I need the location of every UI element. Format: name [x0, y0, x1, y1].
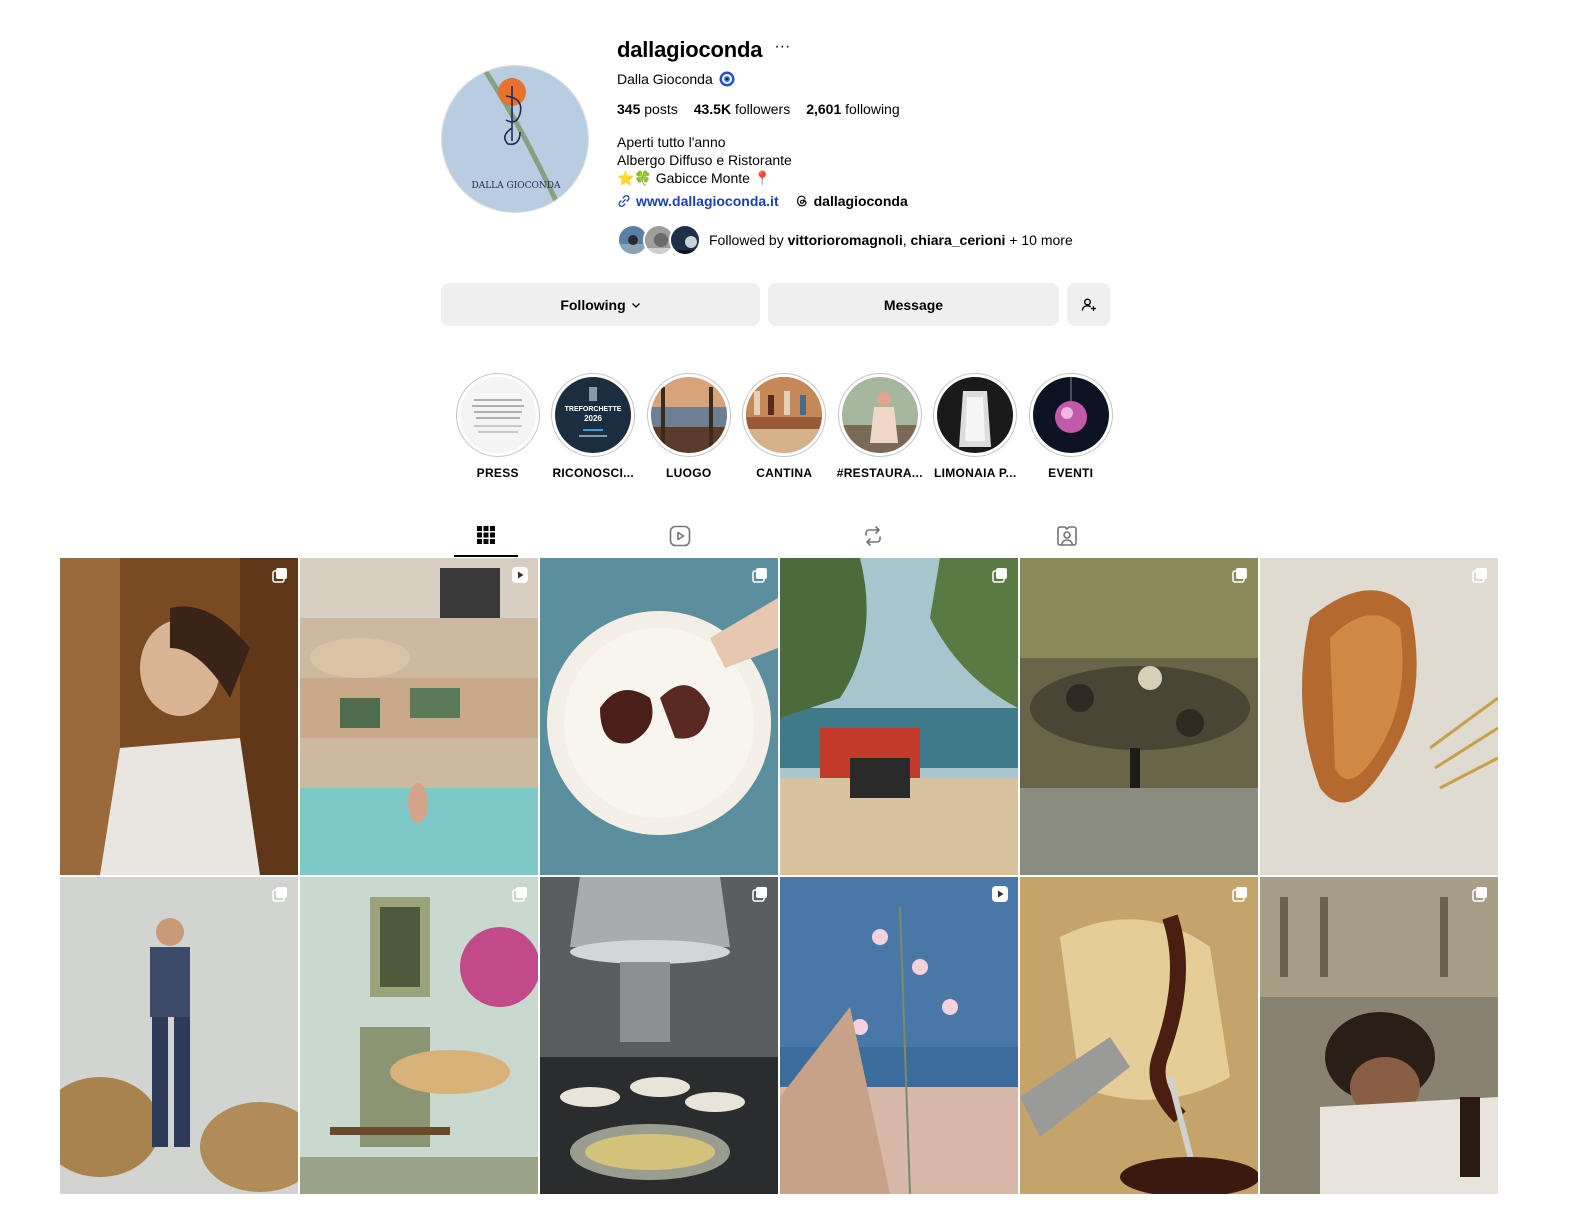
bio-line: Aperti tutto l'anno: [617, 134, 726, 150]
reposts-icon: [865, 526, 881, 546]
highlight-cantina[interactable]: CANTINA: [737, 373, 833, 480]
threads-icon: [796, 195, 807, 207]
reel-icon: [992, 886, 1008, 902]
highlight-badge-text: TREFORCHETTE: [565, 406, 622, 413]
carousel-icon: [1472, 887, 1487, 902]
tab-reposts[interactable]: [841, 515, 905, 557]
highlight-badge-year: 2026: [584, 414, 602, 423]
highlight-label: EVENTI: [1048, 466, 1094, 480]
post-tile[interactable]: [1260, 877, 1498, 1194]
website-link[interactable]: www.dallagioconda.it: [636, 193, 779, 209]
tab-reels[interactable]: [648, 515, 712, 557]
message-button[interactable]: Message: [768, 283, 1059, 326]
followed-by-text: Followed by vittorioromagnoli, chiara_ce…: [709, 232, 1073, 248]
reel-icon: [512, 567, 528, 583]
post-tile[interactable]: [1020, 877, 1258, 1194]
story-highlights: PRESS TREFORCHETTE 2026 RICONOSCI... LUO…: [450, 373, 1119, 480]
post-tile[interactable]: [300, 558, 538, 875]
message-button-label: Message: [883, 296, 944, 313]
post-tile[interactable]: [540, 558, 778, 875]
carousel-icon: [752, 887, 767, 902]
suggested-users-button[interactable]: [1067, 283, 1110, 326]
avatar-logo-text: DALLA GIOCONDA: [471, 181, 561, 191]
carousel-icon: [1232, 568, 1247, 583]
post-tile[interactable]: [60, 558, 298, 875]
tagged-icon: [1057, 526, 1077, 546]
chevron-down-icon: [631, 302, 640, 308]
profile-stats: 345 posts 43.5K followers 2,601 followin…: [617, 97, 1217, 121]
post-tile[interactable]: [780, 877, 1018, 1194]
highlight-label: CANTINA: [756, 466, 813, 480]
followed-by[interactable]: Followed by vittorioromagnoli, chiara_ce…: [617, 223, 1217, 257]
highlight-limonaia[interactable]: LIMONAIA P...: [928, 373, 1024, 480]
highlight-eventi[interactable]: EVENTI: [1023, 373, 1119, 480]
carousel-icon: [512, 887, 527, 902]
tab-tagged[interactable]: [1035, 515, 1099, 557]
following-link[interactable]: 2,601 following: [806, 101, 899, 117]
bio-line: Albergo Diffuso e Ristorante: [617, 152, 792, 168]
profile-bio: Aperti tutto l'anno Albergo Diffuso e Ri…: [617, 133, 1217, 187]
highlight-label: LIMONAIA P...: [933, 466, 1017, 480]
profile-tabs: [0, 515, 1594, 559]
post-tile[interactable]: [1260, 558, 1498, 875]
highlight-restaurant[interactable]: #RESTAURA...: [832, 373, 928, 480]
carousel-icon: [1472, 568, 1487, 583]
verified-badge-icon: [719, 71, 735, 87]
highlight-luogo[interactable]: LUOGO: [641, 373, 737, 480]
highlight-riconoscimenti[interactable]: TREFORCHETTE 2026 RICONOSCI...: [546, 373, 642, 480]
username: dallagioconda: [617, 37, 763, 62]
highlight-label: PRESS: [476, 466, 519, 480]
post-tile[interactable]: [1020, 558, 1258, 875]
carousel-icon: [1232, 887, 1247, 902]
carousel-icon: [272, 887, 287, 902]
post-tile[interactable]: [780, 558, 1018, 875]
posts-grid: [60, 558, 1498, 1194]
post-tile[interactable]: [540, 877, 778, 1194]
highlight-label: RICONOSCI...: [552, 466, 635, 480]
threads-link[interactable]: dallagioconda: [795, 193, 908, 209]
more-options-button[interactable]: ···: [774, 39, 790, 55]
highlight-label: #RESTAURA...: [836, 466, 923, 480]
posts-count: 345 posts: [617, 101, 678, 117]
tab-posts[interactable]: [454, 515, 518, 557]
carousel-icon: [272, 568, 287, 583]
reels-icon: [669, 525, 691, 547]
following-button[interactable]: Following: [441, 283, 760, 326]
followers-link[interactable]: 43.5K followers: [694, 101, 791, 117]
post-tile[interactable]: [300, 877, 538, 1194]
profile-avatar[interactable]: DALLA GIOCONDA: [441, 65, 589, 213]
post-tile[interactable]: [60, 877, 298, 1194]
link-icon: [618, 195, 630, 207]
highlight-press[interactable]: PRESS: [450, 373, 546, 480]
highlight-label: LUOGO: [666, 466, 712, 480]
profile-info: dallagioconda ··· Dalla Gioconda 345 pos…: [617, 36, 1217, 257]
threads-handle: dallagioconda: [813, 193, 908, 209]
follower-avatar: [669, 224, 701, 256]
add-user-icon: [1081, 298, 1096, 311]
bio-line: ⭐️🍀 Gabicce Monte 📍: [617, 170, 772, 186]
carousel-icon: [752, 568, 767, 583]
following-button-label: Following: [560, 296, 626, 313]
full-name: Dalla Gioconda: [617, 71, 713, 87]
grid-icon: [477, 526, 495, 544]
carousel-icon: [992, 568, 1007, 583]
